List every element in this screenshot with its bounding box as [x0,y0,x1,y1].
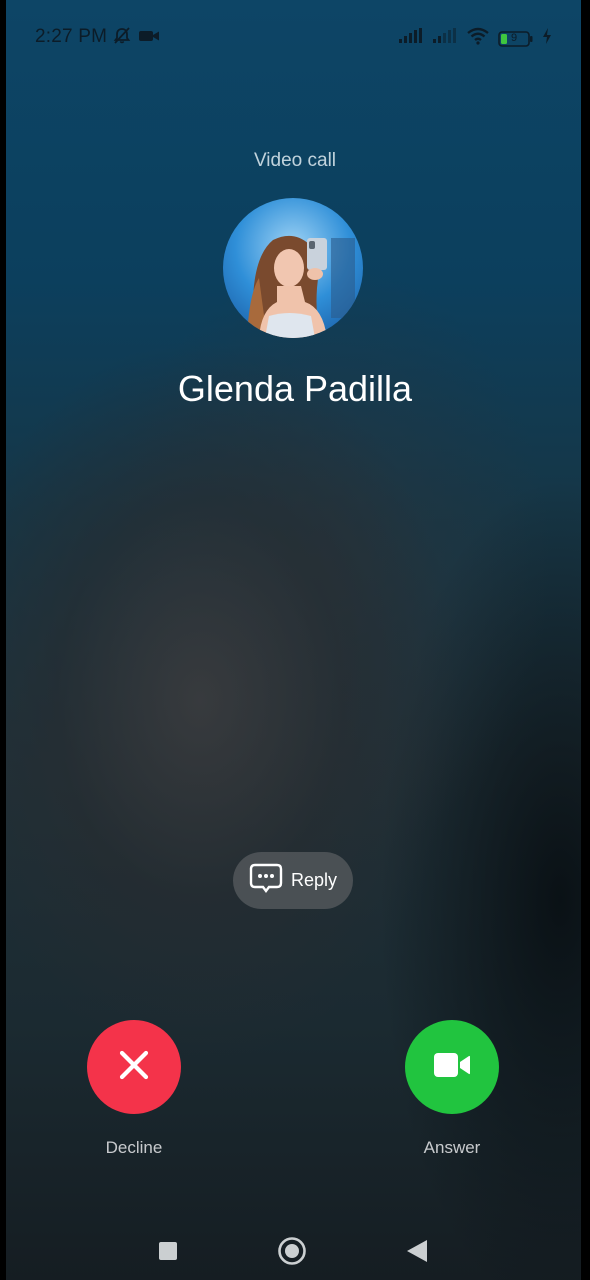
home-circle-icon[interactable] [277,1236,307,1271]
recents-square-icon[interactable] [158,1241,178,1266]
reply-label: Reply [290,870,338,890]
back-triangle-icon[interactable] [405,1239,429,1268]
answer-label: Answer [423,1138,481,1157]
screen-edge-left [0,0,6,1280]
signal-strength-2-icon [432,28,458,49]
decline-button[interactable] [87,1020,181,1114]
close-icon [117,1048,151,1087]
charging-icon [542,27,552,50]
wifi-icon [466,27,490,50]
caller-name: Glenda Padilla [177,368,413,409]
reply-button[interactable]: Reply [233,852,353,909]
answer-button[interactable] [405,1020,499,1114]
battery-icon: 9 [498,30,534,48]
answer-action: Answer [405,1020,499,1157]
status-bar: 2:27 PM 9 [0,0,590,76]
caller-avatar [223,198,363,338]
call-type-label: Video call [253,150,337,171]
screen-edge-right [581,0,590,1280]
battery-level-text: 9 [510,31,518,44]
decline-action: Decline [87,1020,181,1157]
mute-notification-icon [112,26,132,51]
signal-strength-icon [398,28,424,49]
message-bubble-icon [249,863,283,898]
status-time: 2:27 PM [35,26,108,47]
status-icons-right: 9 [398,27,552,50]
navigation-bar [0,1228,590,1274]
decline-label: Decline [105,1138,163,1157]
status-icons-left [112,26,160,51]
video-camera-icon [138,28,160,49]
video-camera-icon [432,1050,472,1085]
incoming-call-screen: 2:27 PM 9 Video call Glenda Padilla Repl… [0,0,590,1280]
